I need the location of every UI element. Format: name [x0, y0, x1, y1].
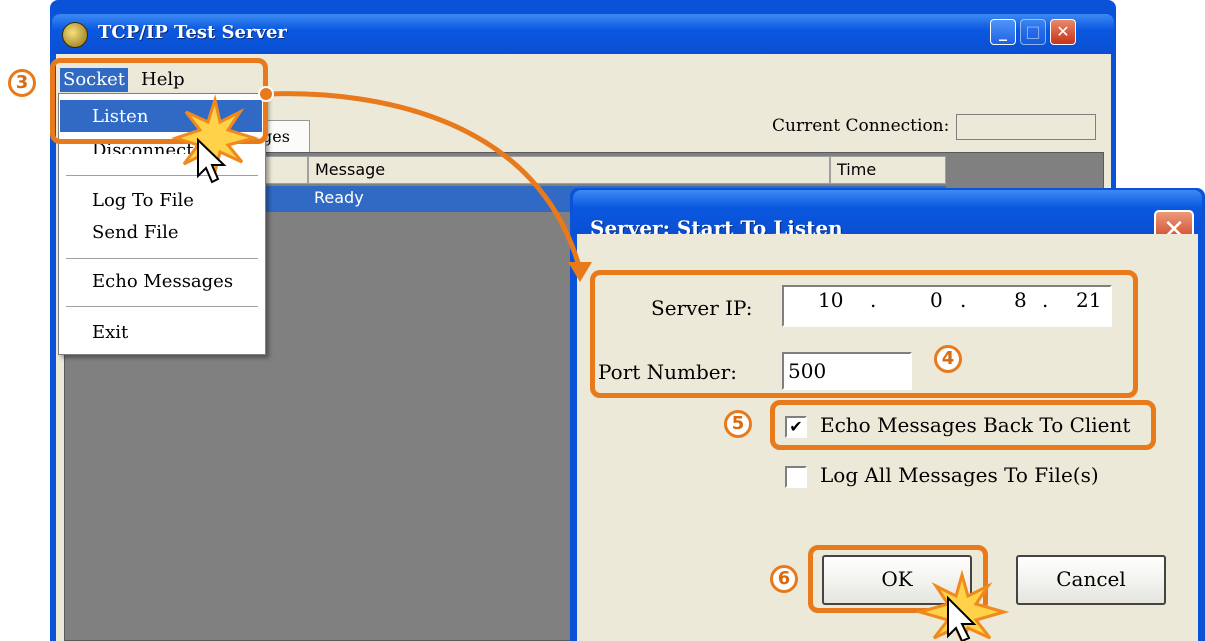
annotation-overlay — [171, 86, 1010, 641]
click-burst-icon — [171, 94, 260, 184]
click-burst-icon — [914, 569, 1010, 641]
curved-arrow-icon — [258, 86, 592, 282]
